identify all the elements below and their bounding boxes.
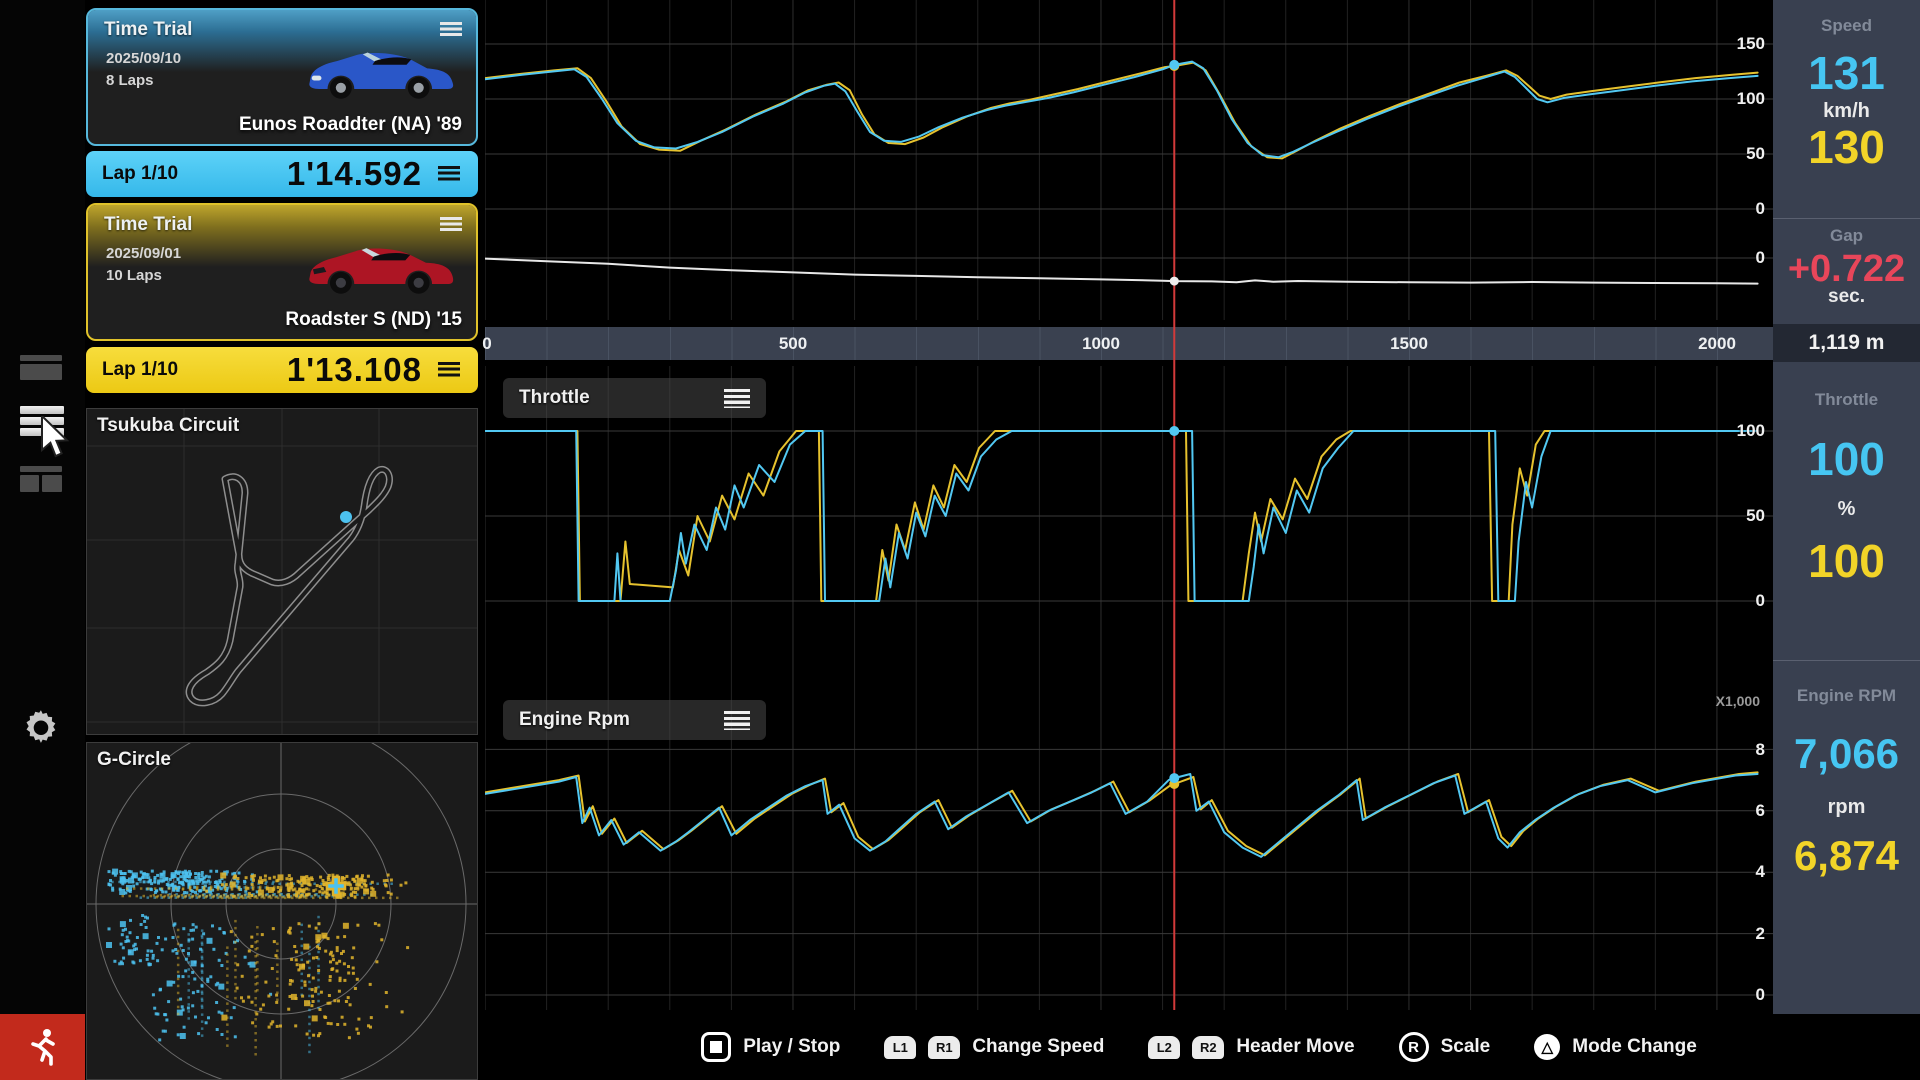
session-date: 2025/09/10 — [106, 50, 181, 67]
play-stop-control[interactable]: Play / Stop — [701, 1032, 840, 1062]
mouse-cursor — [40, 416, 74, 460]
gap-value: +0.722 — [1773, 248, 1920, 291]
scale-control[interactable]: R Scale — [1399, 1032, 1491, 1062]
session-laps: 10 Laps — [106, 267, 162, 284]
throttle-unit: % — [1773, 498, 1920, 521]
speed-value-blue: 131 — [1773, 46, 1920, 100]
r1-button-icon: R1 — [928, 1036, 960, 1059]
throttle-readout-label: Throttle — [1773, 390, 1920, 410]
running-man-icon — [25, 1027, 61, 1067]
rpm-ytick: 0 — [1685, 984, 1765, 1006]
control-label: Play / Stop — [743, 1036, 840, 1058]
rpm-ytick: 2 — [1685, 923, 1765, 945]
session-card-yellow[interactable]: Time Trial 2025/09/01 10 Laps Roadster S… — [86, 203, 478, 341]
distance-tick: 500 — [753, 327, 833, 360]
lap-time: 1'14.592 — [287, 155, 422, 193]
distance-tick: 1000 — [1061, 327, 1141, 360]
controller-hint-bar: Play / Stop L1 R1 Change Speed L2 R2 Hea… — [478, 1014, 1920, 1080]
control-label: Change Speed — [972, 1036, 1104, 1058]
speed-readout-label: Speed — [1773, 16, 1920, 36]
lap-number: Lap 1/10 — [102, 163, 178, 185]
speed-ytick: 100 — [1685, 88, 1765, 110]
settings-gear-icon[interactable] — [22, 710, 60, 753]
session-laps: 8 Laps — [106, 72, 154, 89]
control-label: Header Move — [1236, 1036, 1354, 1058]
triangle-button-icon: △ — [1534, 1034, 1560, 1060]
session-type: Time Trial — [104, 214, 192, 236]
track-name: Tsukuba Circuit — [97, 415, 239, 437]
distance-tick: 2000 — [1677, 327, 1757, 360]
lap-selector-yellow[interactable]: Lap 1/10 1'13.108 — [86, 347, 478, 393]
mode-change-control[interactable]: △ Mode Change — [1534, 1034, 1697, 1060]
control-label: Mode Change — [1572, 1036, 1697, 1058]
speed-value-yellow: 130 — [1773, 120, 1920, 174]
throttle-ytick: 0 — [1685, 590, 1765, 612]
l2-button-icon: L2 — [1148, 1036, 1180, 1059]
divider — [1773, 218, 1920, 219]
distance-tick: 0 — [447, 327, 527, 360]
control-label: Scale — [1441, 1036, 1491, 1058]
telemetry-charts — [485, 0, 1773, 1014]
throttle-chart-title: Throttle — [519, 387, 590, 409]
layout-grid-icon[interactable] — [20, 466, 62, 492]
rpm-unit: rpm — [1773, 796, 1920, 819]
throttle-value-yellow: 100 — [1773, 534, 1920, 588]
lap-number: Lap 1/10 — [102, 359, 178, 381]
session-card-blue[interactable]: Time Trial 2025/09/10 8 Laps Eunos Roadd… — [86, 8, 478, 146]
gap-readout-label: Gap — [1773, 226, 1920, 246]
lap-menu-icon[interactable] — [438, 362, 460, 379]
session-type: Time Trial — [104, 19, 192, 41]
chart-menu-icon[interactable] — [724, 389, 750, 408]
speed-ytick: 0 — [1685, 198, 1765, 220]
speed-ytick: 150 — [1685, 33, 1765, 55]
car-image-red-roadster — [302, 239, 460, 295]
gap-ytick: 0 — [1685, 247, 1765, 269]
rpm-multiplier-label: X1,000 — [1716, 693, 1760, 709]
car-name: Roadster S (ND) '15 — [285, 309, 462, 331]
g-circle-plot — [87, 743, 477, 1079]
rpm-chart-title: Engine Rpm — [519, 709, 630, 731]
car-name: Eunos Roaddter (NA) '89 — [239, 114, 462, 136]
layout-single-icon[interactable] — [20, 355, 62, 380]
gap-unit: sec. — [1773, 286, 1920, 308]
lap-selector-blue[interactable]: Lap 1/10 1'14.592 — [86, 151, 478, 197]
rpm-ytick: 6 — [1685, 800, 1765, 822]
throttle-ytick: 50 — [1685, 505, 1765, 527]
lap-menu-icon[interactable] — [438, 166, 460, 183]
chart-menu-icon[interactable] — [724, 711, 750, 730]
track-map-panel: Tsukuba Circuit — [86, 408, 478, 735]
distance-tick: 1500 — [1369, 327, 1449, 360]
sidebar — [0, 0, 85, 1080]
track-position-marker — [340, 511, 352, 523]
r-stick-icon: R — [1399, 1032, 1429, 1062]
track-map — [87, 409, 477, 734]
g-circle-panel: G-Circle — [86, 742, 478, 1080]
readout-panel: Speed 131 km/h 130 Gap +0.722 sec. Throt… — [1773, 0, 1920, 1014]
rpm-readout-label: Engine RPM — [1773, 686, 1920, 706]
cursor-distance-readout: 1,119 m — [1773, 324, 1920, 362]
lap-time: 1'13.108 — [287, 351, 422, 389]
card-menu-icon[interactable] — [440, 22, 462, 36]
exit-button[interactable] — [0, 1014, 85, 1080]
g-circle-title: G-Circle — [97, 749, 171, 771]
change-speed-control[interactable]: L1 R1 Change Speed — [884, 1036, 1104, 1059]
session-date: 2025/09/01 — [106, 245, 181, 262]
card-menu-icon[interactable] — [440, 217, 462, 231]
rpm-ytick: 8 — [1685, 739, 1765, 761]
r2-button-icon: R2 — [1192, 1036, 1224, 1059]
throttle-value-blue: 100 — [1773, 432, 1920, 486]
speed-ytick: 50 — [1685, 143, 1765, 165]
rpm-chart-header[interactable]: Engine Rpm — [503, 700, 766, 740]
rpm-value-blue: 7,066 — [1773, 730, 1920, 778]
throttle-ytick: 100 — [1685, 420, 1765, 442]
header-move-control[interactable]: L2 R2 Header Move — [1148, 1036, 1354, 1059]
square-button-icon — [701, 1032, 731, 1062]
throttle-chart-header[interactable]: Throttle — [503, 378, 766, 418]
divider — [1773, 660, 1920, 661]
rpm-value-yellow: 6,874 — [1773, 832, 1920, 880]
l1-button-icon: L1 — [884, 1036, 916, 1059]
rpm-ytick: 4 — [1685, 861, 1765, 883]
car-image-blue-roadster — [302, 44, 460, 100]
gt-data-logger-screen: Time Trial 2025/09/10 8 Laps Eunos Roadd… — [0, 0, 1920, 1080]
